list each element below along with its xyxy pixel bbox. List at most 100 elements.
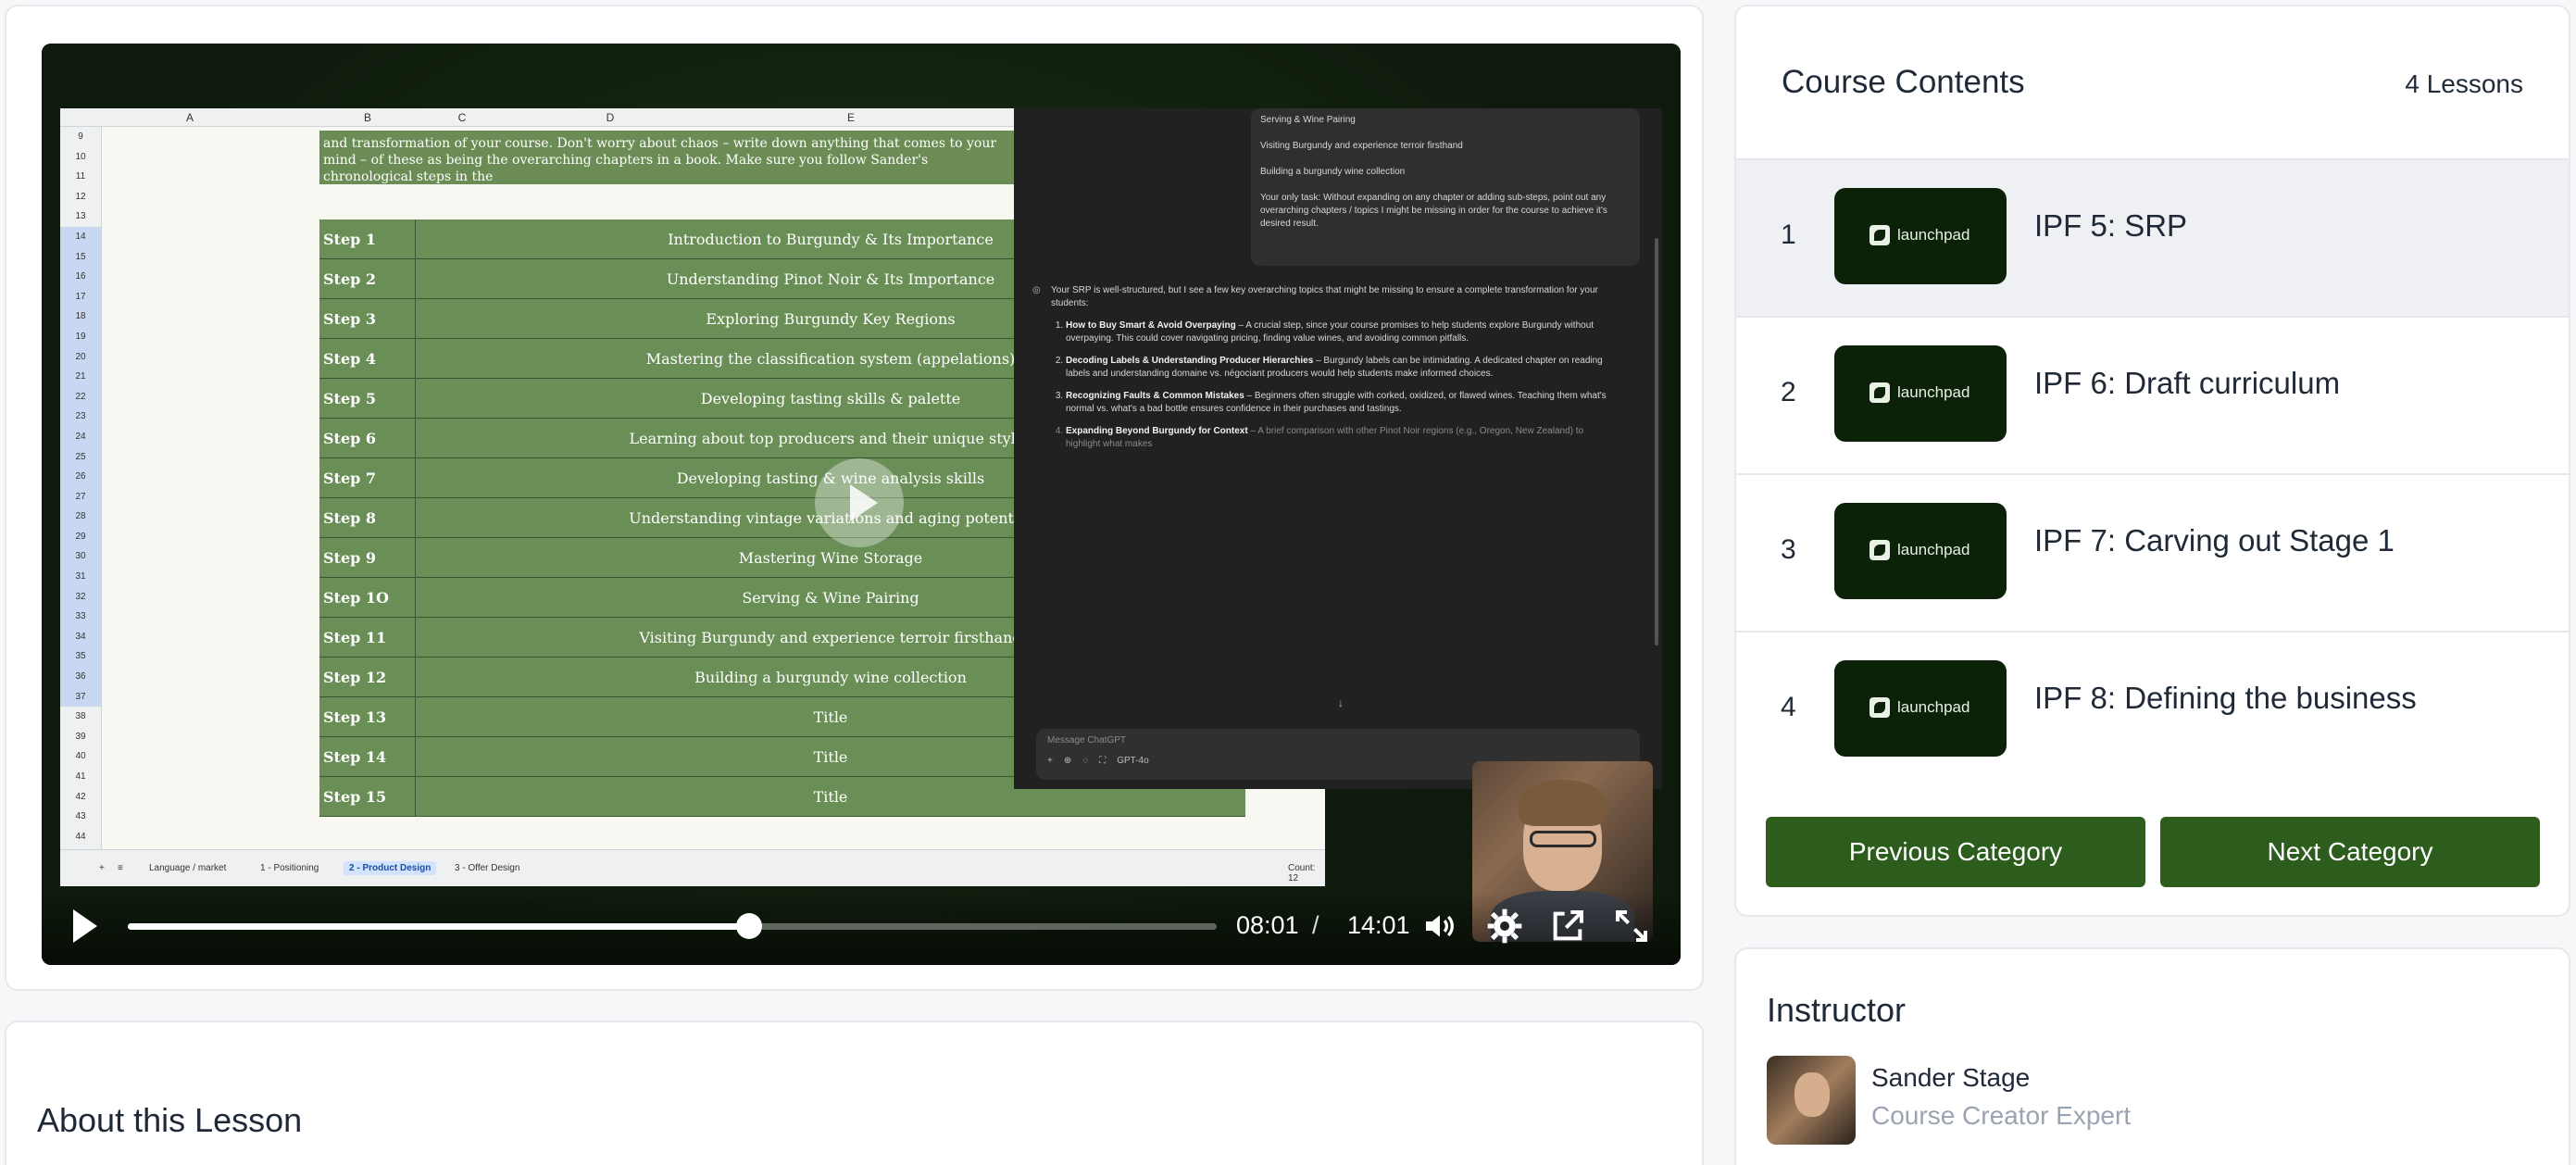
video-player[interactable]: A B C D E 9 10 11 12 13 14 15 16 17 18 19 20 21 22 23 2… bbox=[42, 44, 1681, 965]
step-number: Step 4 bbox=[319, 339, 416, 379]
user-line: Serving & Wine Pairing bbox=[1260, 115, 1356, 125]
about-title: About this Lesson bbox=[37, 1101, 303, 1139]
popout-icon[interactable] bbox=[1549, 908, 1586, 945]
row-number: 20 bbox=[60, 346, 101, 368]
lesson-item[interactable]: 2 launchpad IPF 6: Draft curriculum bbox=[1736, 316, 2569, 473]
sheet-intro-text: and transformation of your course. Don't… bbox=[319, 131, 1023, 184]
course-contents-card: Course Contents 4 Lessons 1 launchpad IP… bbox=[1734, 5, 2570, 917]
previous-category-button[interactable]: Previous Category bbox=[1766, 817, 2145, 887]
step-number: Step 12 bbox=[319, 658, 416, 697]
step-number: Step 1O bbox=[319, 578, 416, 618]
next-category-button[interactable]: Next Category bbox=[2160, 817, 2540, 887]
row-number: 37 bbox=[60, 686, 101, 708]
play-icon[interactable] bbox=[73, 909, 97, 943]
step-number: Step 3 bbox=[319, 299, 416, 339]
instructor-role: Course Creator Expert bbox=[1871, 1101, 2132, 1130]
select-icon: ⛶ bbox=[1099, 756, 1107, 766]
lesson-name: IPF 7: Carving out Stage 1 bbox=[2034, 523, 2395, 557]
settings-icon[interactable] bbox=[1486, 908, 1523, 945]
duration: 14:01 bbox=[1347, 911, 1410, 939]
reply-item: Recognizing Faults & Common Mistakes – B… bbox=[1066, 390, 1616, 416]
row-numbers: 9 10 11 12 13 14 15 16 17 18 19 20 21 22 23 24 25 26 27 28 2… bbox=[60, 127, 102, 849]
step-number: Step 2 bbox=[319, 259, 416, 299]
step-number: Step 11 bbox=[319, 618, 416, 658]
column-header: D bbox=[606, 111, 615, 124]
reply-list: How to Buy Smart & Avoid Overpaying – A … bbox=[1032, 319, 1616, 451]
lesson-index: 2 bbox=[1781, 377, 1796, 407]
sheets-menu-icon: ≡ bbox=[118, 863, 123, 873]
row-number: 12 bbox=[75, 191, 86, 202]
row-number: 10 bbox=[75, 151, 86, 162]
row-number: 30 bbox=[60, 546, 101, 568]
user-line: Building a burgundy wine collection bbox=[1260, 167, 1406, 177]
lesson-name: IPF 5: SRP bbox=[2034, 208, 2188, 243]
launchpad-logo-icon bbox=[1869, 382, 1890, 403]
composer-placeholder: Message ChatGPT bbox=[1047, 735, 1127, 745]
scroll-down-icon: ↓ bbox=[1338, 696, 1344, 709]
big-play-button[interactable] bbox=[815, 458, 904, 547]
row-number: 9 bbox=[78, 132, 83, 142]
lesson-thumbnail: launchpad bbox=[1834, 345, 2007, 442]
row-number: 24 bbox=[60, 426, 101, 447]
sheet-tab: 1 - Positioning bbox=[260, 863, 319, 873]
row-number: 25 bbox=[60, 446, 101, 468]
instructor-title: Instructor bbox=[1767, 991, 1907, 1029]
plus-icon: + bbox=[1047, 756, 1053, 766]
launchpad-logo-icon bbox=[1869, 540, 1890, 560]
row-number: 43 bbox=[75, 811, 86, 822]
column-header: C bbox=[457, 111, 467, 124]
row-number: 21 bbox=[60, 367, 101, 387]
lesson-item[interactable]: 4 launchpad IPF 8: Defining the business bbox=[1736, 631, 2569, 788]
row-number: 26 bbox=[60, 467, 101, 487]
instructor-card: Instructor Sander Stage Course Creator E… bbox=[1734, 947, 2570, 1165]
lesson-index: 3 bbox=[1781, 534, 1796, 565]
reason-icon: ◌ bbox=[1082, 756, 1089, 766]
step-number: Step 8 bbox=[319, 498, 416, 538]
instructor-avatar[interactable] bbox=[1767, 1056, 1856, 1145]
row-number: 19 bbox=[60, 326, 101, 347]
sheet-tab: 3 - Offer Design bbox=[455, 863, 520, 873]
lesson-item[interactable]: 3 launchpad IPF 7: Carving out Stage 1 bbox=[1736, 473, 2569, 631]
row-number: 40 bbox=[75, 751, 86, 762]
user-message: Serving & Wine Pairing Visiting Burgundy… bbox=[1251, 108, 1640, 266]
progress-thumb[interactable] bbox=[736, 913, 763, 939]
sheet-tabs: + ≡ Language / market 1 - Positioning 2 … bbox=[60, 849, 1325, 886]
assistant-reply: Your SRP is well-structured, but I see a… bbox=[1032, 284, 1616, 460]
step-number: Step 15 bbox=[319, 777, 416, 817]
row-number: 34 bbox=[60, 626, 101, 647]
step-number: Step 1 bbox=[319, 219, 416, 259]
column-header: E bbox=[846, 111, 855, 124]
globe-icon: ⊕ bbox=[1063, 756, 1072, 766]
column-header: A bbox=[185, 111, 194, 124]
row-number: 39 bbox=[75, 731, 86, 742]
thumb-label: launchpad bbox=[1897, 541, 1970, 558]
step-number: Step 6 bbox=[319, 419, 416, 458]
row-number: 32 bbox=[60, 586, 101, 608]
row-number: 35 bbox=[60, 646, 101, 668]
row-number: 28 bbox=[60, 507, 101, 527]
instructor-name[interactable]: Sander Stage bbox=[1871, 1063, 2030, 1093]
progress-bar[interactable] bbox=[128, 913, 1217, 939]
row-number: 27 bbox=[60, 486, 101, 507]
step-number: Step 9 bbox=[319, 538, 416, 578]
fullscreen-icon[interactable] bbox=[1613, 908, 1650, 945]
current-time: 08:01 bbox=[1236, 911, 1299, 939]
row-number: 31 bbox=[60, 567, 101, 587]
row-number: 14 bbox=[60, 226, 101, 247]
row-number: 11 bbox=[75, 171, 86, 182]
row-number: 18 bbox=[60, 307, 101, 327]
row-number: 17 bbox=[60, 286, 101, 307]
lesson-index: 4 bbox=[1781, 692, 1796, 722]
lesson-thumbnail: launchpad bbox=[1834, 188, 2007, 284]
reply-item: Decoding Labels & Understanding Producer… bbox=[1066, 355, 1616, 381]
lesson-thumbnail: launchpad bbox=[1834, 503, 2007, 599]
row-number: 15 bbox=[60, 246, 101, 268]
user-line: Visiting Burgundy and experience terroir… bbox=[1260, 141, 1463, 151]
launchpad-logo-icon bbox=[1869, 225, 1890, 245]
volume-icon[interactable] bbox=[1421, 908, 1458, 945]
reply-item: Expanding Beyond Burgundy for Context – … bbox=[1066, 425, 1616, 451]
lesson-count: 4 Lessons bbox=[2405, 69, 2523, 98]
lesson-name: IPF 8: Defining the business bbox=[2034, 681, 2417, 715]
lesson-item[interactable]: 1 launchpad IPF 5: SRP bbox=[1736, 158, 2569, 316]
add-sheet-icon: + bbox=[99, 863, 105, 873]
